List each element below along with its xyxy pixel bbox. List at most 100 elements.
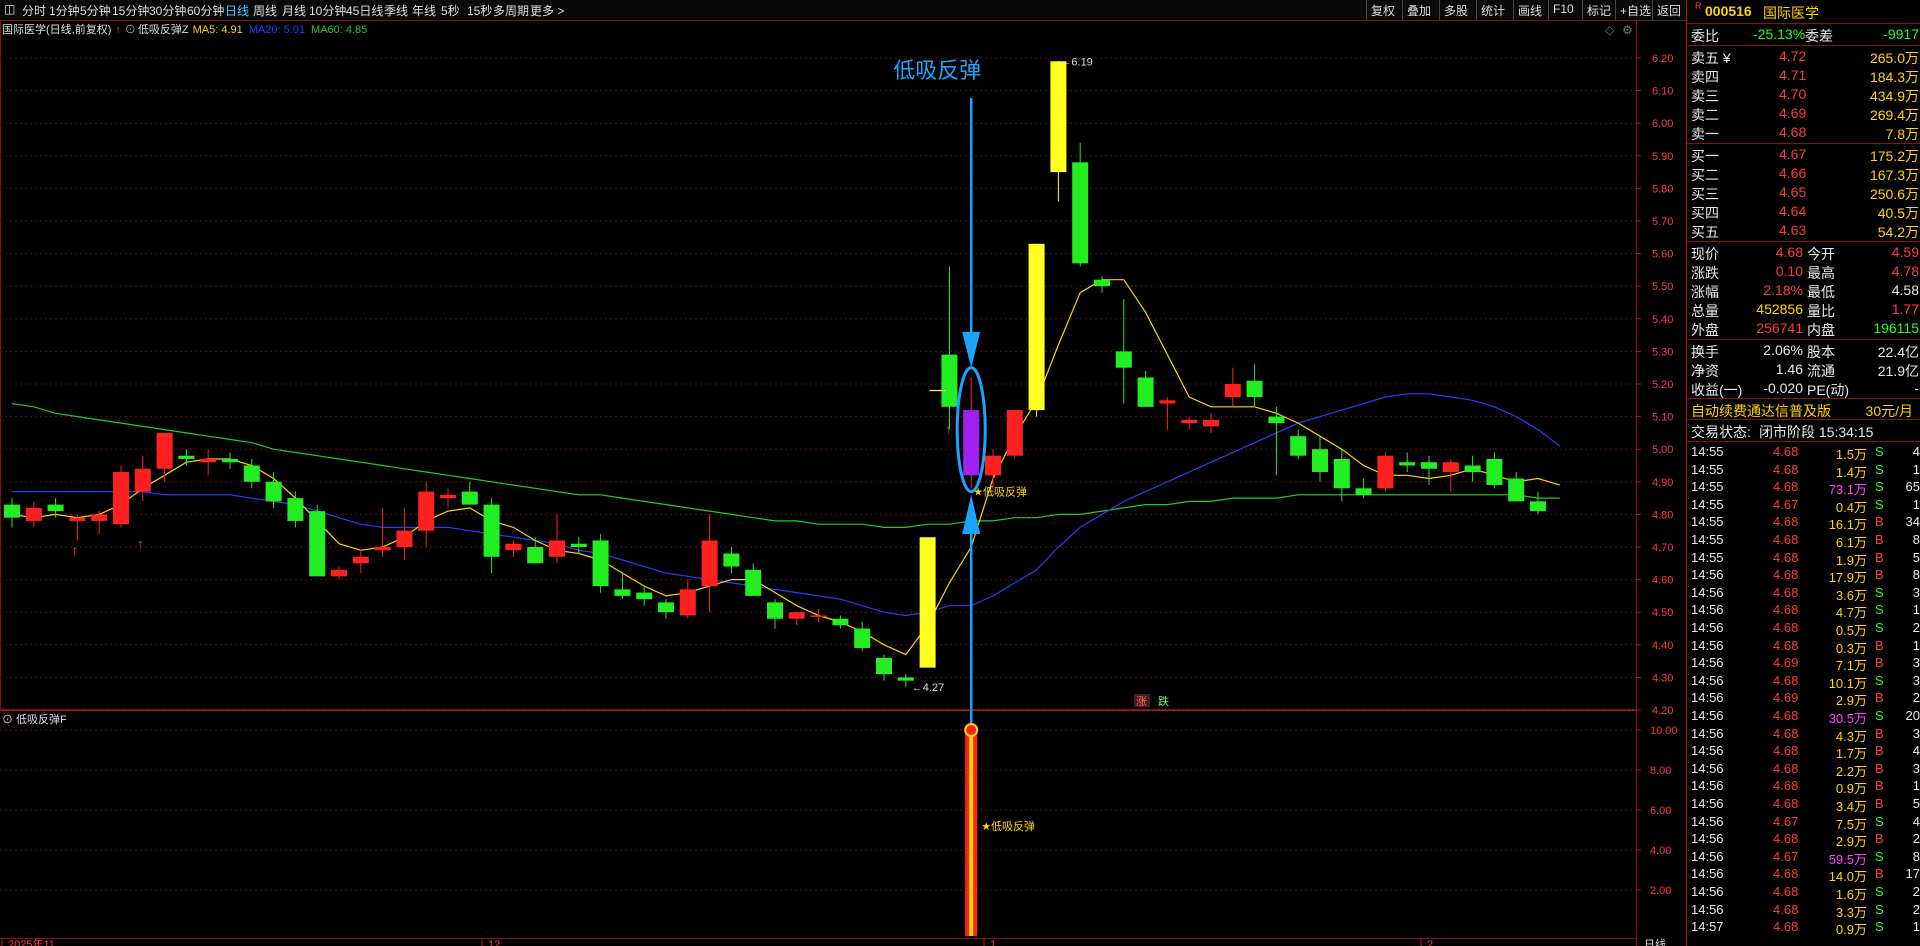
period-tab-8[interactable]: 月线 (282, 2, 306, 19)
candle[interactable] (658, 599, 674, 619)
period-tab-0[interactable]: 分时 (22, 2, 46, 19)
candle[interactable] (4, 498, 20, 528)
period-tab-12[interactable]: 年线 (412, 2, 436, 19)
candle[interactable] (767, 599, 783, 629)
toolbar-button-4[interactable]: 画线 (1518, 2, 1542, 19)
candle[interactable] (701, 514, 718, 613)
toolbar-button-3[interactable]: 统计 (1481, 2, 1505, 19)
candle[interactable] (440, 488, 456, 508)
toolbar-button-8[interactable]: 返回 (1657, 2, 1681, 19)
period-tab-10[interactable]: 45日线 (346, 2, 383, 19)
candle[interactable] (374, 507, 391, 557)
ad-banner[interactable]: 自动续费通达信普及版 30元/月 (1687, 400, 1920, 419)
toolbar-button-7[interactable]: +自选 (1620, 2, 1651, 19)
ad-price: 30元/月 (1865, 403, 1913, 419)
window-menu-icon[interactable]: ◫ (4, 2, 15, 16)
candle[interactable] (1224, 367, 1241, 407)
period-tab-11[interactable]: 季线 (384, 2, 408, 19)
candle[interactable] (1530, 491, 1546, 515)
candle[interactable] (1399, 452, 1416, 473)
period-tab-9[interactable]: 10分钟 (309, 2, 346, 19)
candle[interactable] (134, 455, 151, 502)
candle[interactable] (178, 449, 195, 466)
toolbar-button-0[interactable]: 复权 (1371, 2, 1395, 19)
candle[interactable] (810, 608, 827, 622)
candle[interactable] (1312, 436, 1328, 482)
tick-row: 14:56 4.68 30.5万 S 20 (1687, 707, 1920, 726)
candle[interactable] (331, 566, 347, 580)
period-tab-2[interactable]: 5分钟 (80, 2, 111, 19)
candle[interactable] (69, 514, 86, 541)
tick-time: 14:56 (1691, 690, 1724, 706)
candle[interactable] (876, 654, 892, 681)
candle[interactable] (1486, 452, 1503, 489)
toolbar-button-6[interactable]: 标记 (1587, 2, 1611, 19)
candle[interactable] (1115, 299, 1132, 404)
candle[interactable] (352, 550, 369, 574)
candle[interactable] (200, 449, 217, 476)
candle[interactable] (832, 615, 849, 629)
period-tab-14[interactable]: 15秒 (467, 2, 492, 19)
candle[interactable] (1006, 410, 1023, 459)
candle[interactable] (1268, 406, 1285, 476)
tick-count: 2 (1912, 690, 1920, 706)
candle[interactable] (963, 377, 980, 489)
candle[interactable] (483, 498, 500, 574)
candle-body (113, 472, 129, 525)
candle[interactable] (745, 563, 762, 596)
candle[interactable] (1094, 276, 1110, 293)
candle[interactable] (1290, 429, 1307, 459)
candle[interactable] (1072, 142, 1089, 267)
candle[interactable] (222, 452, 238, 469)
candle[interactable] (723, 547, 740, 574)
candle[interactable] (1508, 472, 1525, 502)
candle[interactable] (1028, 243, 1045, 417)
candle[interactable] (1421, 455, 1437, 486)
candle[interactable] (418, 481, 435, 547)
candle[interactable] (1377, 452, 1394, 492)
candle[interactable] (679, 579, 696, 619)
candle[interactable] (287, 491, 304, 528)
candle[interactable] (1246, 364, 1263, 407)
candle[interactable] (25, 501, 42, 528)
toolbar-button-2[interactable]: 多股 (1444, 2, 1468, 19)
candle[interactable] (1181, 416, 1198, 430)
period-tab-1[interactable]: 1分钟 (49, 2, 80, 19)
period-tab-6[interactable]: 日线 (225, 2, 249, 19)
candle[interactable] (788, 612, 805, 626)
candle[interactable] (941, 266, 958, 430)
period-tab-13[interactable]: 5秒 (441, 2, 460, 19)
period-tab-15[interactable]: 多周期 (493, 2, 529, 19)
candle[interactable] (461, 481, 478, 505)
candle[interactable] (1050, 61, 1067, 202)
diamond-icon[interactable]: ◇ (1605, 23, 1615, 37)
candle[interactable] (309, 504, 326, 577)
candle[interactable] (1442, 458, 1459, 492)
candle[interactable] (91, 511, 108, 534)
candle[interactable] (1137, 370, 1154, 407)
candle[interactable] (549, 514, 565, 564)
settings-icon[interactable]: ⚙ (1622, 23, 1633, 37)
candle-body (1268, 416, 1285, 424)
candle[interactable] (1333, 449, 1350, 502)
period-tab-4[interactable]: 30分钟 (149, 2, 186, 19)
candle[interactable] (113, 465, 129, 528)
period-tab-16[interactable]: 更多 > (530, 2, 564, 19)
toolbar-button-5[interactable]: F10 (1553, 2, 1574, 16)
period-tab-3[interactable]: 15分钟 (112, 2, 149, 19)
toolbar-button-1[interactable]: 叠加 (1407, 2, 1431, 19)
candle[interactable] (919, 537, 936, 668)
bid-row: 买五 4.63 54.2万 (1687, 221, 1920, 240)
candle[interactable] (854, 621, 871, 652)
stat-label: 最低 (1807, 284, 1835, 300)
candle[interactable] (1464, 455, 1481, 482)
period-tab-7[interactable]: 周线 (253, 2, 277, 19)
kline-chart[interactable]: 6.20 6.10 6.00 5.90 5.80 5.70 5.60 5.50 5.40 5.30… (0, 20, 1686, 946)
candle[interactable] (396, 507, 413, 561)
period-tab-5[interactable]: 60分钟 (187, 2, 224, 19)
candle[interactable] (156, 432, 173, 482)
candle[interactable] (1159, 397, 1176, 430)
candle[interactable] (985, 449, 1001, 489)
candle[interactable] (592, 533, 609, 593)
candle[interactable] (505, 540, 522, 557)
